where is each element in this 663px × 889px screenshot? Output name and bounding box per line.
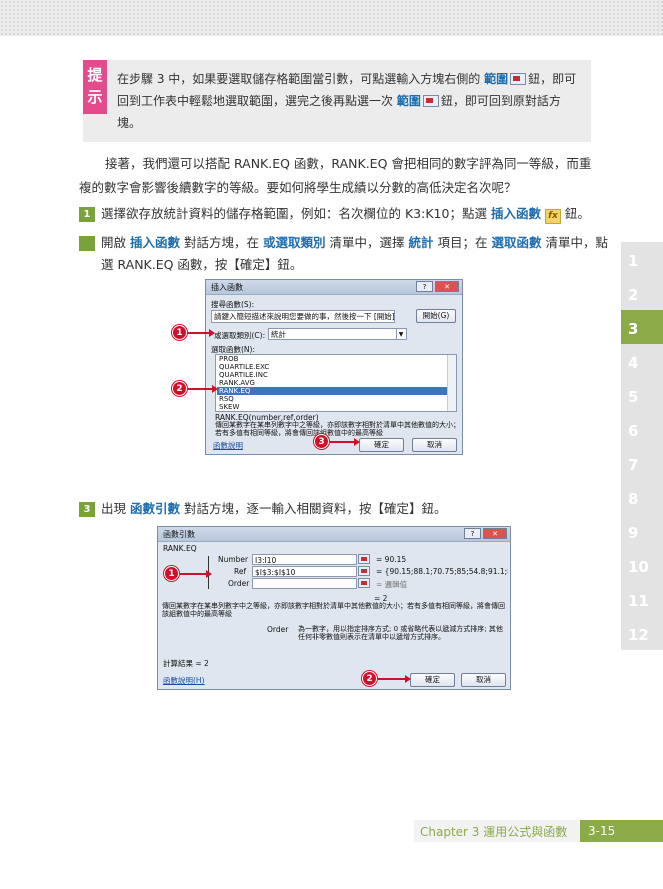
- callout-1: 1: [164, 566, 179, 581]
- calc-result: 計算結果 = 2: [163, 659, 209, 668]
- tip-text: 在步驟 3 中，如果要選取儲存格範圍當引數，可點選輸入方塊右側的 範圍 鈕，即可回…: [117, 72, 577, 130]
- callout-arrow: [188, 385, 218, 393]
- help-link[interactable]: 函數說明(H): [163, 675, 205, 686]
- close-icon[interactable]: ✕: [483, 528, 507, 539]
- arg-label-order: Order: [228, 579, 250, 588]
- arg-result: = 90.15: [376, 555, 407, 564]
- chapter-tab-6: 6: [621, 412, 663, 446]
- function-arguments-dialog: 函數引數 ? ✕ RANK.EQ Number I3:I10 = 90.15 Re…: [157, 526, 511, 690]
- search-label: 搜尋函數(S):: [211, 300, 255, 309]
- callout-arrow: [188, 329, 215, 337]
- list-item[interactable]: RSQ: [217, 395, 456, 403]
- page-footer: Chapter 3 運用公式與函數 3-15: [0, 820, 663, 842]
- help-icon[interactable]: ?: [416, 281, 433, 292]
- chapter-tab-1: 1: [621, 242, 663, 276]
- scrollbar[interactable]: [447, 355, 456, 411]
- go-button[interactable]: 開始(G): [416, 309, 456, 323]
- range-select-icon[interactable]: [358, 566, 370, 576]
- order-input[interactable]: [252, 578, 357, 589]
- chevron-down-icon: ▼: [396, 329, 405, 339]
- callout-2: 2: [362, 671, 377, 686]
- order-help-text: 為一數字，用以指定排序方式; 0 或省略代表以遞減方式排序; 其他任何非零數值則…: [298, 625, 503, 641]
- chapter-tab-10: 10: [621, 548, 663, 582]
- ref-input[interactable]: $I$3:$I$10: [252, 566, 357, 577]
- category-select[interactable]: 統計 ▼: [268, 328, 407, 340]
- chapter-tab-7: 7: [621, 446, 663, 480]
- insert-function-dialog: 插入函數 ? ✕ 搜尋函數(S): 請鍵入簡短描述來說明您要做的事，然後按一下 […: [205, 279, 463, 455]
- page-number: 3-15: [580, 820, 663, 842]
- callout-arrow: [378, 675, 411, 683]
- callout-arrow: [330, 438, 360, 446]
- cancel-button[interactable]: 取消: [412, 438, 457, 452]
- list-item[interactable]: PROB: [217, 355, 456, 363]
- function-list[interactable]: PROB QUARTILE.EXC QUARTILE.INC RANK.AVG …: [215, 354, 457, 412]
- category-label: 或選取類別(C):: [214, 331, 266, 340]
- callout-1: 1: [172, 325, 187, 340]
- callout-2: 2: [172, 381, 187, 396]
- chapter-tab-8: 8: [621, 480, 663, 514]
- step-2: 2 開啟 插入函數 對話方塊，在 或選取類別 清單中，選擇 統計 項目；在 選取函…: [72, 235, 609, 272]
- top-pattern-band: [0, 0, 663, 36]
- function-description: 傳回某數字在某串列數字中之等級，亦即該數字相對於清單中其他數值的大小；若有多值有…: [162, 602, 505, 618]
- insert-function-icon: fx: [544, 209, 561, 224]
- chapter-tab-2: 2: [621, 276, 663, 310]
- arg-result: = 邏輯值: [376, 580, 408, 589]
- list-item[interactable]: RANK.AVG: [217, 379, 456, 387]
- help-link[interactable]: 函數說明: [213, 440, 243, 451]
- function-description: 傳回某數字在某串列數字中之等級，亦即該數字相對於清單中其他數值的大小；若有多值有…: [215, 421, 460, 437]
- search-input[interactable]: 請鍵入簡短描述來說明您要做的事，然後按一下 [開始]: [211, 310, 395, 323]
- arg-label-ref: Ref: [234, 567, 247, 576]
- tip-badge: 提 示: [83, 60, 107, 114]
- arg-result: = {90.15;88.1;70.75;85;54.8;91.1;88.65;7…: [376, 567, 508, 576]
- step-1: 1 選擇欲存放統計資料的儲存格範圍，例如：名次欄位的 K3:K10；點選 插入函數…: [79, 203, 609, 225]
- range-icon: [510, 73, 527, 85]
- step-number: 1: [79, 207, 95, 222]
- list-item[interactable]: QUARTILE.EXC: [217, 363, 456, 371]
- order-help-label: Order: [267, 625, 289, 634]
- number-input[interactable]: I3:I10: [252, 554, 357, 565]
- callout-3: 3: [314, 434, 329, 449]
- help-icon[interactable]: ?: [464, 528, 481, 539]
- ok-button[interactable]: 確定: [359, 438, 404, 452]
- chapter-tab-4: 4: [621, 344, 663, 378]
- chapter-tabs: 1 2 3 4 5 6 7 8 9 10 11 12: [621, 242, 663, 650]
- arg-label-number: Number: [218, 555, 249, 564]
- step-number: 3: [79, 502, 95, 517]
- chapter-tab-9: 9: [621, 514, 663, 548]
- dialog-title: 函數引數: [158, 527, 510, 542]
- chapter-tab-11: 11: [621, 582, 663, 616]
- step-number: 2: [73, 236, 95, 251]
- range-select-icon[interactable]: [358, 554, 370, 564]
- chapter-title: Chapter 3 運用公式與函數: [420, 825, 568, 839]
- step-3: 3 出現 函數引數 對話方塊，逐一輸入相關資料，按【確定】鈕。: [79, 498, 609, 520]
- function-name: RANK.EQ: [163, 544, 197, 553]
- cancel-button[interactable]: 取消: [461, 673, 506, 687]
- ok-button[interactable]: 確定: [410, 673, 455, 687]
- intro-paragraph: 接著，我們還可以搭配 RANK.EQ 函數，RANK.EQ 會把相同的數字評為同…: [79, 156, 592, 195]
- chapter-tab-3: 3: [621, 310, 663, 344]
- list-item-selected[interactable]: RANK.EQ: [217, 387, 456, 395]
- list-item[interactable]: QUARTILE.INC: [217, 371, 456, 379]
- close-icon[interactable]: ✕: [435, 281, 459, 292]
- range-select-icon[interactable]: [358, 578, 370, 588]
- list-item[interactable]: SKEW: [217, 403, 456, 411]
- range-icon: [422, 95, 439, 107]
- callout-arrow: [180, 570, 212, 578]
- tip-box: 提 示 在步驟 3 中，如果要選取儲存格範圍當引數，可點選輸入方塊右側的 範圍鈕…: [83, 60, 591, 142]
- chapter-tab-5: 5: [621, 378, 663, 412]
- chapter-tab-12: 12: [621, 616, 663, 650]
